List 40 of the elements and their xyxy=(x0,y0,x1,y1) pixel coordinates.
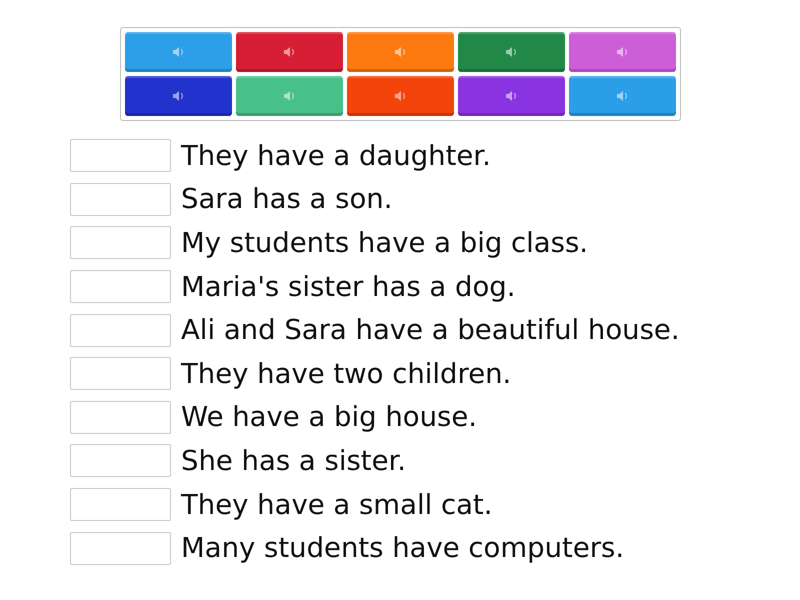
answer-box[interactable] xyxy=(70,182,171,216)
sentence-text: We have a big house. xyxy=(181,401,478,434)
audio-tile[interactable] xyxy=(458,76,565,116)
audio-tile[interactable] xyxy=(125,76,232,116)
sentence-text: My students have a big class. xyxy=(181,226,588,259)
answer-box[interactable] xyxy=(70,488,171,522)
sentence-text: They have a daughter. xyxy=(181,140,491,172)
speaker-icon xyxy=(616,90,628,102)
speaker-icon xyxy=(394,90,406,102)
sentence-text: They have two children. xyxy=(181,358,512,390)
sentence-text: Ali and Sara have a beautiful house. xyxy=(181,314,680,346)
speaker-icon xyxy=(616,46,628,58)
audio-tile[interactable] xyxy=(569,32,676,72)
speaker-icon xyxy=(172,46,184,58)
speaker-icon xyxy=(284,90,296,102)
speaker-icon xyxy=(394,46,406,58)
speaker-icon xyxy=(506,90,518,102)
answer-box[interactable] xyxy=(70,444,171,478)
audio-tile[interactable] xyxy=(347,76,454,116)
sentence-text: They have a small cat. xyxy=(181,488,492,521)
answer-box[interactable] xyxy=(70,139,171,172)
audio-tile[interactable] xyxy=(236,32,343,72)
answer-box[interactable] xyxy=(70,226,171,260)
sentence-text: Sara has a son. xyxy=(181,183,392,216)
speaker-icon xyxy=(172,90,184,102)
answer-box[interactable] xyxy=(70,357,171,390)
speaker-icon xyxy=(506,46,518,58)
audio-tile[interactable] xyxy=(569,76,676,116)
audio-tile[interactable] xyxy=(347,32,454,72)
audio-tile[interactable] xyxy=(125,32,232,72)
answer-box[interactable] xyxy=(70,400,171,434)
sentence-text: She has a sister. xyxy=(181,444,406,477)
sentence-text: Maria's sister has a dog. xyxy=(181,270,516,303)
sentence-text: Many students have computers. xyxy=(181,532,624,564)
answer-box[interactable] xyxy=(70,532,171,565)
answer-box[interactable] xyxy=(70,270,171,304)
audio-tile[interactable] xyxy=(236,76,343,116)
audio-tile[interactable] xyxy=(458,32,565,72)
answer-box[interactable] xyxy=(70,314,171,347)
speaker-icon xyxy=(284,46,296,58)
